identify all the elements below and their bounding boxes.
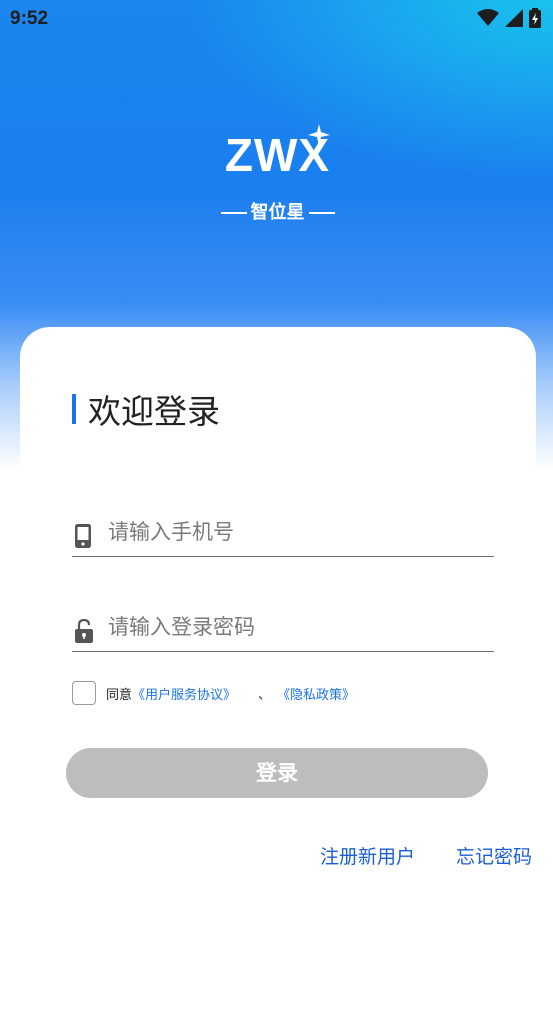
agreement-separator: 、	[258, 687, 272, 703]
status-time: 9:52	[10, 8, 49, 29]
app-logo: ZWX 智位星	[210, 124, 345, 228]
agreement-prefix: 同意	[106, 687, 133, 703]
welcome-header: 欢迎登录	[72, 385, 220, 433]
password-field	[72, 603, 494, 652]
mobile-phone-icon	[74, 524, 94, 548]
lock-icon	[74, 618, 94, 643]
wifi-icon	[477, 9, 499, 31]
phone-field	[72, 508, 494, 557]
status-icons	[477, 8, 541, 32]
phone-input[interactable]	[106, 514, 490, 550]
user-agreement-link[interactable]: 《用户服务协议》	[132, 684, 236, 703]
accent-bar	[72, 394, 76, 424]
forgot-password-link[interactable]: 忘记密码	[456, 842, 532, 869]
battery-icon	[529, 8, 541, 32]
register-link[interactable]: 注册新用户	[320, 842, 415, 869]
agreement-row: 同意 《用户服务协议》 、 《隐私政策》	[72, 680, 355, 706]
password-input[interactable]	[106, 609, 490, 645]
signal-icon	[505, 9, 523, 31]
privacy-policy-link[interactable]: 《隐私政策》	[277, 684, 355, 703]
status-bar: 9:52	[0, 0, 553, 38]
agreement-checkbox[interactable]	[72, 681, 96, 705]
login-button[interactable]: 登录	[66, 748, 488, 798]
star-icon	[308, 124, 330, 146]
logo-subtitle: 智位星	[210, 198, 345, 224]
logo-subtitle-text: 智位星	[250, 202, 305, 223]
welcome-title: 欢迎登录	[88, 392, 220, 431]
